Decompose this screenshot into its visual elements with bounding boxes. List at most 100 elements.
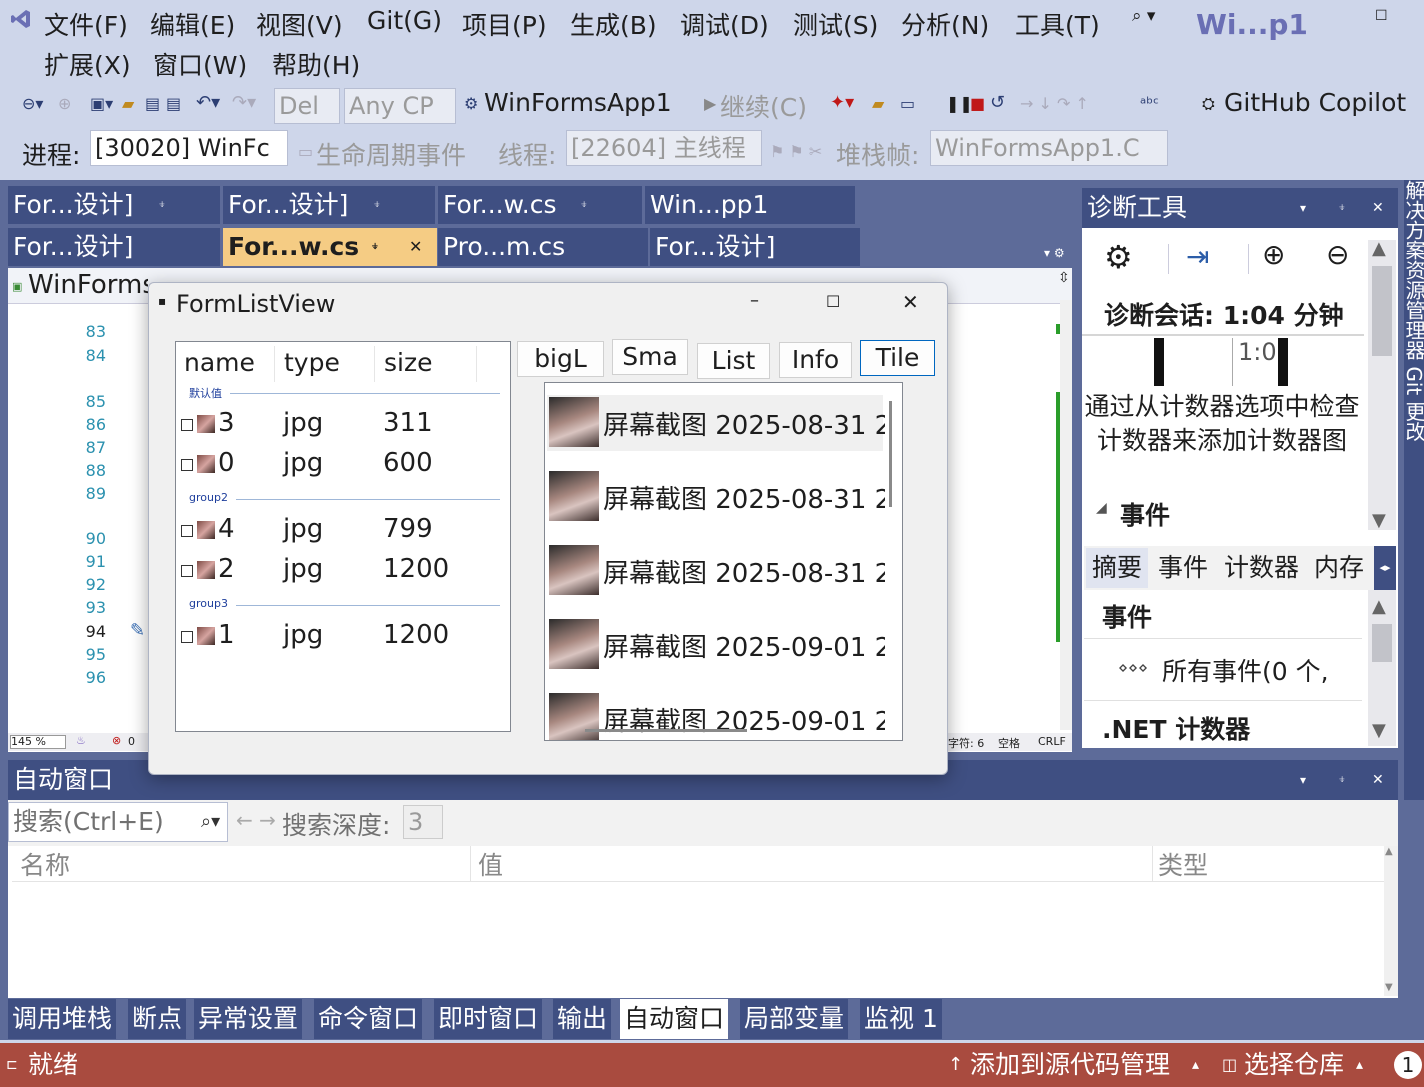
scroll-down-icon[interactable]: ▼ bbox=[1372, 510, 1386, 531]
tab-designer-4[interactable]: For...设计] bbox=[650, 228, 860, 266]
back-icon[interactable]: ⊖▾ bbox=[22, 94, 43, 113]
close-icon[interactable]: ✕ bbox=[902, 290, 919, 314]
tab-command-window[interactable]: 命令窗口 bbox=[314, 999, 423, 1039]
row-checkbox[interactable] bbox=[181, 419, 193, 431]
maximize-icon[interactable]: ☐ bbox=[826, 292, 840, 311]
menu-project[interactable]: 项目(P) bbox=[462, 6, 547, 42]
tile-label[interactable]: 屏幕截图 2025-09-01 2 bbox=[603, 627, 885, 664]
tile-list-view[interactable]: 屏幕截图 2025-08-31 2 屏幕截图 2025-08-31 2 屏幕截图… bbox=[544, 382, 903, 741]
flag-icon[interactable]: ⚑ ⚑ ✂ bbox=[770, 142, 822, 161]
continue-icon[interactable]: ▶ bbox=[704, 94, 716, 113]
tab-designer-1[interactable]: For...设计] ⍖ bbox=[8, 186, 220, 224]
window-layout-icon[interactable]: ▭ bbox=[900, 94, 915, 113]
menu-test[interactable]: 测试(S) bbox=[793, 6, 878, 42]
pin-icon[interactable]: ⍖ bbox=[1338, 188, 1346, 228]
thread-dropdown[interactable]: [22604] 主线程 bbox=[566, 130, 762, 166]
tab-call-stack[interactable]: 调用堆栈 bbox=[8, 999, 117, 1039]
menu-build[interactable]: 生成(B) bbox=[570, 6, 657, 42]
process-dropdown[interactable]: [30020] WinFc bbox=[90, 130, 288, 166]
view-tile-button[interactable]: Tile bbox=[860, 340, 935, 376]
hot-reload-icon[interactable]: ✦▾ bbox=[830, 92, 854, 113]
maximize-icon[interactable]: ☐ bbox=[1375, 8, 1388, 24]
details-list-view[interactable]: name type size 默认值 3 jpg 311 0 jpg 600 g… bbox=[175, 341, 511, 732]
view-large-icon-button[interactable]: bigL bbox=[517, 341, 604, 377]
zoom-out-icon[interactable]: ⊖ bbox=[1326, 238, 1349, 271]
redo-icon[interactable]: ↷▾ bbox=[232, 92, 256, 113]
tab-form-cs-active[interactable]: For...w.cs ⍖ ✕ bbox=[223, 228, 437, 266]
tab-output[interactable]: 输出 bbox=[553, 999, 612, 1039]
continue-button[interactable]: 继续(C) bbox=[720, 88, 807, 124]
line-ending[interactable]: CRLF bbox=[1038, 735, 1066, 748]
view-details-button[interactable]: Info bbox=[779, 342, 852, 378]
stack-frame-dropdown[interactable]: WinFormsApp1.C bbox=[930, 130, 1168, 166]
menu-debug[interactable]: 调试(D) bbox=[680, 6, 769, 42]
zoom-dropdown[interactable]: 145 % bbox=[10, 735, 66, 749]
tab-breakpoints[interactable]: 断点 bbox=[128, 999, 187, 1039]
menu-file[interactable]: 文件(F) bbox=[44, 6, 128, 42]
autos-search-input[interactable]: 搜索(Ctrl+E) ⌕▾ bbox=[8, 802, 228, 842]
editor-scrollbar[interactable] bbox=[1060, 300, 1072, 730]
restart-icon[interactable]: ↺ bbox=[990, 92, 1005, 113]
diag-scrollbar[interactable]: ▲ ▼ bbox=[1368, 238, 1396, 531]
row-checkbox[interactable] bbox=[181, 459, 193, 471]
tab-summary[interactable]: 摘要 bbox=[1086, 548, 1149, 588]
pause-icon[interactable]: ❚❚ bbox=[946, 94, 973, 113]
column-name[interactable]: 名称 bbox=[20, 846, 70, 882]
diag-scrollbar-2[interactable]: ▲ ▼ bbox=[1368, 590, 1396, 746]
column-header-size[interactable]: size bbox=[384, 348, 432, 377]
settings-gear-icon[interactable]: ⚙ bbox=[1104, 238, 1133, 276]
view-small-icon-button[interactable]: Sma bbox=[612, 339, 688, 375]
all-events-link[interactable]: 所有事件(0 个, bbox=[1162, 652, 1360, 688]
menu-view[interactable]: 视图(V) bbox=[256, 6, 343, 42]
text-format-icon[interactable]: ᵃᵇᶜ bbox=[1140, 94, 1159, 113]
tab-counters[interactable]: 计数器 bbox=[1224, 548, 1299, 588]
column-type[interactable]: 类型 bbox=[1158, 846, 1208, 882]
menu-edit[interactable]: 编辑(E) bbox=[150, 6, 235, 42]
search-depth-dropdown[interactable]: 3 bbox=[403, 805, 443, 839]
menu-tools[interactable]: 工具(T) bbox=[1015, 6, 1100, 42]
scroll-up-icon[interactable]: ▲ bbox=[1372, 596, 1386, 617]
menu-help[interactable]: 帮助(H) bbox=[272, 46, 360, 82]
pin-icon[interactable]: ⍖ bbox=[158, 186, 166, 224]
tab-events[interactable]: 事件 bbox=[1158, 548, 1208, 588]
pencil-icon[interactable]: ✎ bbox=[130, 620, 145, 641]
tile-label[interactable]: 屏幕截图 2025-08-31 2 bbox=[603, 479, 885, 516]
tab-designer-3[interactable]: For...设计] bbox=[8, 228, 220, 266]
tile-label[interactable]: 屏幕截图 2025-08-31 2 bbox=[603, 553, 885, 590]
github-copilot-button[interactable]: GitHub Copilot bbox=[1224, 88, 1406, 117]
scroll-thumb[interactable] bbox=[1372, 266, 1392, 356]
row-checkbox[interactable] bbox=[181, 525, 193, 537]
tab-exception-settings[interactable]: 异常设置 bbox=[194, 999, 303, 1039]
tab-immediate-window[interactable]: 即时窗口 bbox=[434, 999, 543, 1039]
error-icon[interactable]: ⊗ bbox=[112, 734, 121, 747]
row-checkbox[interactable] bbox=[181, 631, 193, 643]
menu-extensions[interactable]: 扩展(X) bbox=[44, 46, 131, 82]
pin-icon[interactable]: ⍖ bbox=[1338, 760, 1346, 800]
scroll-thumb[interactable] bbox=[1372, 624, 1392, 662]
scroll-down-icon[interactable]: ▼ bbox=[1385, 982, 1393, 993]
menu-analyze[interactable]: 分析(N) bbox=[901, 6, 989, 42]
minimize-icon[interactable]: – bbox=[750, 290, 759, 311]
search-icon[interactable]: ⌕▾ bbox=[201, 803, 220, 841]
tab-locals[interactable]: 局部变量 bbox=[740, 999, 849, 1039]
dialog-titlebar[interactable]: ▪ FormListView – ☐ ✕ bbox=[148, 282, 948, 326]
tab-project[interactable]: Win...pp1 bbox=[645, 186, 855, 224]
add-to-source-control[interactable]: 添加到源代码管理 bbox=[970, 1043, 1170, 1087]
configuration-dropdown[interactable]: Del bbox=[274, 88, 340, 124]
solution-explorer-side-tab[interactable]: 解决方案资源管理器 Git 更改 bbox=[1404, 180, 1424, 800]
dropdown-icon[interactable]: ▴ bbox=[1356, 1043, 1363, 1087]
collapse-icon[interactable]: ◢ bbox=[1096, 500, 1107, 516]
undo-icon[interactable]: ↶▾ bbox=[196, 92, 220, 113]
whitespace-mode[interactable]: 空格 bbox=[998, 735, 1020, 751]
scroll-down-icon[interactable]: ▼ bbox=[1372, 720, 1386, 741]
pin-icon[interactable]: ⍖ bbox=[371, 228, 379, 266]
scroll-up-icon[interactable]: ▲ bbox=[1372, 238, 1386, 259]
export-icon[interactable]: ⇥ bbox=[1186, 240, 1209, 273]
select-repository[interactable]: 选择仓库 bbox=[1244, 1043, 1344, 1087]
dropdown-icon[interactable]: ▾ bbox=[1300, 760, 1306, 800]
save-all-icon[interactable]: ▤ bbox=[166, 94, 181, 113]
tile-label[interactable]: 屏幕截图 2025-08-31 2 bbox=[603, 405, 885, 442]
menu-git[interactable]: Git(G) bbox=[367, 6, 442, 35]
menu-window[interactable]: 窗口(W) bbox=[153, 46, 247, 82]
tab-overflow-icon[interactable]: ▾ ⚙ bbox=[1044, 246, 1065, 260]
